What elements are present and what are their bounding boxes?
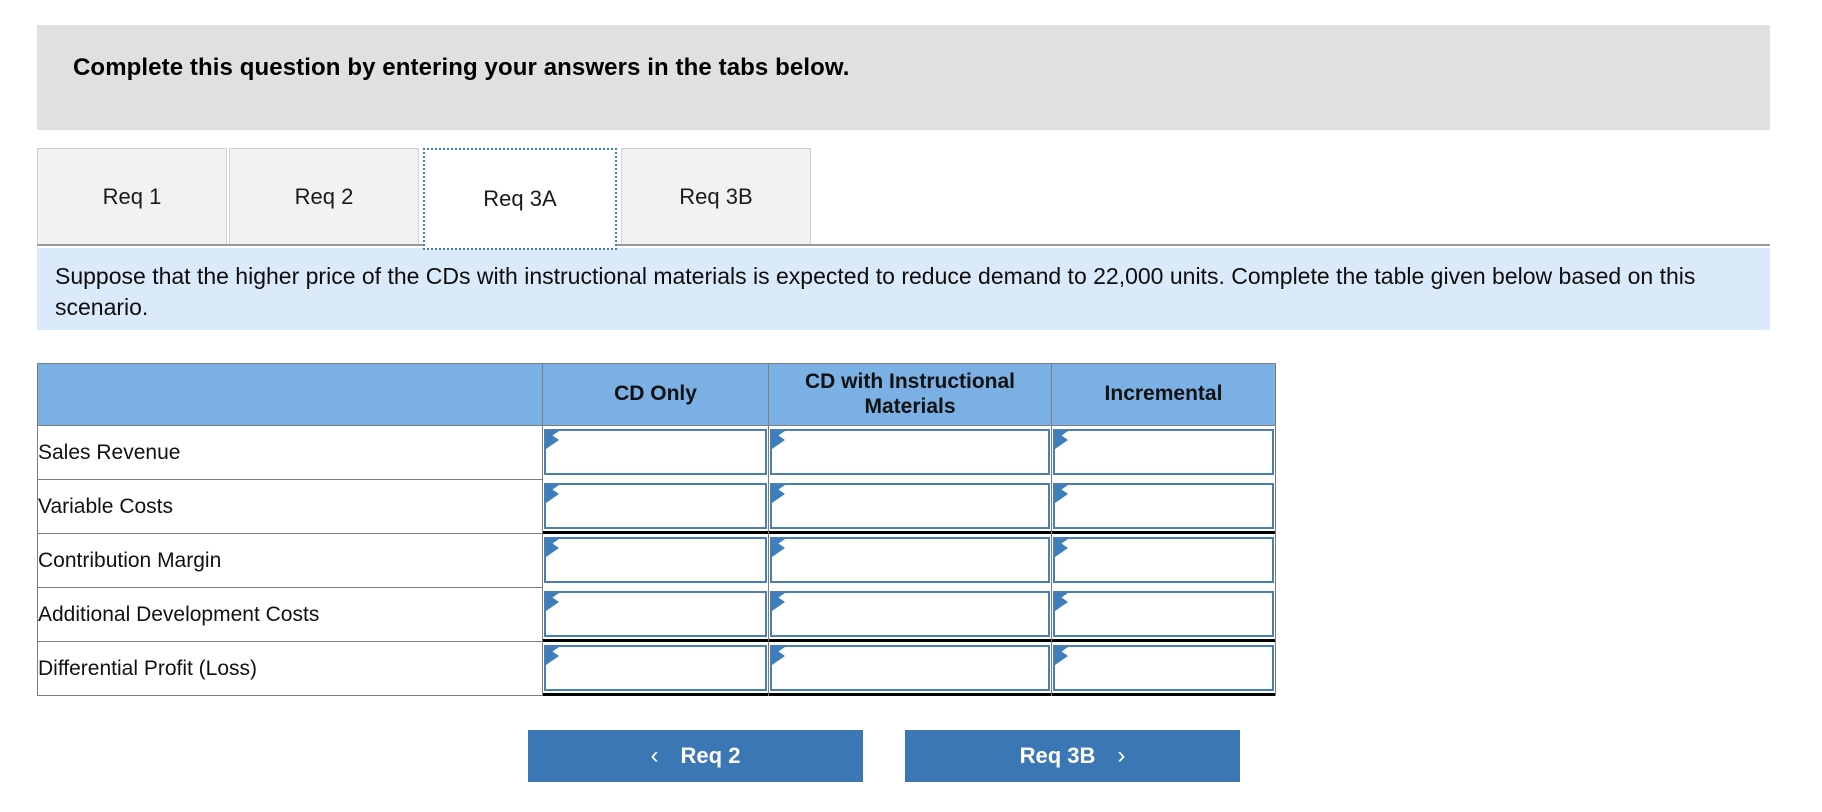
input-contribution-margin-incremental[interactable]	[1053, 537, 1274, 583]
table-row: Differential Profit (Loss)	[37, 641, 1276, 696]
tab-req-3b[interactable]: Req 3B	[621, 148, 811, 244]
tab-req-2-label: Req 2	[294, 183, 354, 209]
column-header-cd-only: CD Only	[542, 363, 769, 426]
cell-marker-icon	[772, 539, 785, 557]
cell-marker-icon	[1055, 647, 1068, 665]
input-variable-costs-incremental[interactable]	[1053, 483, 1274, 529]
row-label-sales-revenue: Sales Revenue	[37, 425, 543, 480]
next-requirement-button[interactable]: Req 3B ›	[905, 730, 1240, 782]
question-panel: Complete this question by entering your …	[0, 0, 1822, 812]
column-header-incremental: Incremental	[1051, 363, 1276, 426]
cell-marker-icon	[772, 431, 785, 450]
input-variable-costs-cd-with-materials[interactable]	[770, 483, 1050, 529]
row-label-differential-profit-loss: Differential Profit (Loss)	[37, 641, 543, 696]
input-differential-profit-loss-cd-with-materials[interactable]	[770, 645, 1050, 691]
chevron-left-icon: ‹	[650, 742, 659, 769]
prev-requirement-button[interactable]: ‹ Req 2	[528, 730, 863, 782]
cell-sales-revenue-incremental[interactable]	[1051, 425, 1276, 480]
input-differential-profit-loss-incremental[interactable]	[1053, 645, 1274, 691]
cell-sales-revenue-cd-only[interactable]	[542, 425, 769, 480]
input-contribution-margin-cd-with-materials[interactable]	[770, 537, 1050, 583]
cell-sales-revenue-cd-with-materials[interactable]	[768, 425, 1052, 480]
cell-marker-icon	[546, 431, 559, 450]
input-additional-development-costs-incremental[interactable]	[1053, 591, 1274, 637]
cell-additional-development-costs-cd-only[interactable]	[542, 587, 769, 642]
row-label-additional-development-costs: Additional Development Costs	[37, 587, 543, 642]
tab-req-2[interactable]: Req 2	[229, 148, 419, 244]
cell-variable-costs-cd-with-materials[interactable]	[768, 479, 1052, 534]
input-sales-revenue-cd-only[interactable]	[544, 429, 767, 476]
input-sales-revenue-cd-with-materials[interactable]	[770, 429, 1050, 476]
next-requirement-label: Req 3B	[1019, 743, 1096, 768]
input-contribution-margin-cd-only[interactable]	[544, 537, 767, 583]
cell-variable-costs-cd-only[interactable]	[542, 479, 769, 534]
cell-marker-icon	[546, 539, 559, 557]
cell-marker-icon	[772, 485, 785, 503]
tabstrip-baseline	[37, 244, 1770, 246]
cell-differential-profit-loss-cd-with-materials[interactable]	[768, 641, 1052, 696]
cell-marker-icon	[546, 647, 559, 665]
cell-variable-costs-incremental[interactable]	[1051, 479, 1276, 534]
cell-additional-development-costs-incremental[interactable]	[1051, 587, 1276, 642]
tab-req-1[interactable]: Req 1	[37, 148, 227, 244]
input-variable-costs-cd-only[interactable]	[544, 483, 767, 529]
cell-marker-icon	[772, 593, 785, 611]
cell-marker-icon	[546, 593, 559, 611]
tab-req-3a[interactable]: Req 3A	[423, 148, 617, 250]
table-header-row: CD Only CD with Instructional Materials …	[37, 363, 1276, 426]
row-label-variable-costs: Variable Costs	[37, 479, 543, 534]
cell-marker-icon	[546, 485, 559, 503]
tab-req-3a-label: Req 3A	[483, 186, 557, 211]
cell-marker-icon	[1055, 593, 1068, 611]
input-additional-development-costs-cd-only[interactable]	[544, 591, 767, 637]
table-row: Contribution Margin	[37, 533, 1276, 588]
requirement-tabs: Req 1 Req 2 Req 3A Req 3B	[37, 148, 1770, 250]
cell-marker-icon	[772, 647, 785, 665]
tab-req-3b-label: Req 3B	[679, 183, 753, 209]
column-header-cd-with-materials: CD with Instructional Materials	[768, 363, 1052, 426]
cell-marker-icon	[1055, 539, 1068, 557]
cell-differential-profit-loss-cd-only[interactable]	[542, 641, 769, 696]
scenario-bar: Suppose that the higher price of the CDs…	[37, 248, 1770, 330]
instruction-banner: Complete this question by entering your …	[37, 25, 1770, 130]
prev-requirement-label: Req 2	[680, 743, 741, 768]
input-differential-profit-loss-cd-only[interactable]	[544, 645, 767, 691]
input-sales-revenue-incremental[interactable]	[1053, 429, 1274, 476]
tab-req-1-label: Req 1	[102, 183, 162, 209]
cell-contribution-margin-cd-with-materials[interactable]	[768, 533, 1052, 588]
instruction-text: Complete this question by entering your …	[73, 54, 850, 81]
row-label-contribution-margin: Contribution Margin	[37, 533, 543, 588]
input-additional-development-costs-cd-with-materials[interactable]	[770, 591, 1050, 637]
scenario-text: Suppose that the higher price of the CDs…	[55, 263, 1696, 320]
cell-differential-profit-loss-incremental[interactable]	[1051, 641, 1276, 696]
cell-contribution-margin-cd-only[interactable]	[542, 533, 769, 588]
answer-table: CD Only CD with Instructional Materials …	[37, 363, 1276, 696]
cell-marker-icon	[1055, 485, 1068, 503]
chevron-right-icon: ›	[1117, 742, 1126, 769]
cell-additional-development-costs-cd-with-materials[interactable]	[768, 587, 1052, 642]
column-header-blank	[37, 363, 543, 426]
cell-marker-icon	[1055, 431, 1068, 450]
answer-table-wrapper: CD Only CD with Instructional Materials …	[37, 363, 1276, 696]
cell-contribution-margin-incremental[interactable]	[1051, 533, 1276, 588]
table-row: Variable Costs	[37, 479, 1276, 534]
table-row: Additional Development Costs	[37, 587, 1276, 642]
table-row: Sales Revenue	[37, 425, 1276, 480]
